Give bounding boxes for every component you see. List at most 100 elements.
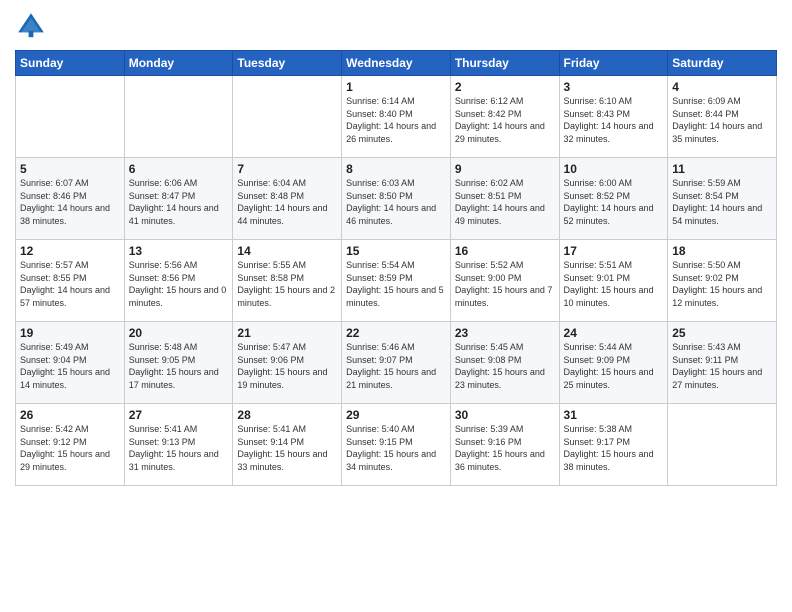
day-info: Sunrise: 6:00 AMSunset: 8:52 PMDaylight:… xyxy=(564,177,664,227)
day-info: Sunrise: 5:40 AMSunset: 9:15 PMDaylight:… xyxy=(346,423,446,473)
day-info: Sunrise: 6:14 AMSunset: 8:40 PMDaylight:… xyxy=(346,95,446,145)
day-number: 5 xyxy=(20,162,120,176)
calendar-cell xyxy=(668,404,777,486)
calendar-cell: 26Sunrise: 5:42 AMSunset: 9:12 PMDayligh… xyxy=(16,404,125,486)
week-row-4: 19Sunrise: 5:49 AMSunset: 9:04 PMDayligh… xyxy=(16,322,777,404)
day-info: Sunrise: 5:59 AMSunset: 8:54 PMDaylight:… xyxy=(672,177,772,227)
weekday-friday: Friday xyxy=(559,51,668,76)
calendar-cell xyxy=(16,76,125,158)
calendar-cell: 10Sunrise: 6:00 AMSunset: 8:52 PMDayligh… xyxy=(559,158,668,240)
day-number: 6 xyxy=(129,162,229,176)
day-number: 4 xyxy=(672,80,772,94)
calendar-cell: 13Sunrise: 5:56 AMSunset: 8:56 PMDayligh… xyxy=(124,240,233,322)
day-info: Sunrise: 5:41 AMSunset: 9:13 PMDaylight:… xyxy=(129,423,229,473)
weekday-sunday: Sunday xyxy=(16,51,125,76)
day-number: 25 xyxy=(672,326,772,340)
calendar-cell: 22Sunrise: 5:46 AMSunset: 9:07 PMDayligh… xyxy=(342,322,451,404)
day-number: 22 xyxy=(346,326,446,340)
week-row-2: 5Sunrise: 6:07 AMSunset: 8:46 PMDaylight… xyxy=(16,158,777,240)
calendar-cell: 7Sunrise: 6:04 AMSunset: 8:48 PMDaylight… xyxy=(233,158,342,240)
day-number: 23 xyxy=(455,326,555,340)
calendar-cell: 14Sunrise: 5:55 AMSunset: 8:58 PMDayligh… xyxy=(233,240,342,322)
day-info: Sunrise: 5:54 AMSunset: 8:59 PMDaylight:… xyxy=(346,259,446,309)
calendar-cell: 16Sunrise: 5:52 AMSunset: 9:00 PMDayligh… xyxy=(450,240,559,322)
day-number: 2 xyxy=(455,80,555,94)
calendar-cell: 11Sunrise: 5:59 AMSunset: 8:54 PMDayligh… xyxy=(668,158,777,240)
calendar-cell: 30Sunrise: 5:39 AMSunset: 9:16 PMDayligh… xyxy=(450,404,559,486)
page: SundayMondayTuesdayWednesdayThursdayFrid… xyxy=(0,0,792,496)
calendar-cell: 29Sunrise: 5:40 AMSunset: 9:15 PMDayligh… xyxy=(342,404,451,486)
calendar-cell: 21Sunrise: 5:47 AMSunset: 9:06 PMDayligh… xyxy=(233,322,342,404)
day-info: Sunrise: 5:42 AMSunset: 9:12 PMDaylight:… xyxy=(20,423,120,473)
calendar-cell xyxy=(233,76,342,158)
calendar-cell: 19Sunrise: 5:49 AMSunset: 9:04 PMDayligh… xyxy=(16,322,125,404)
day-info: Sunrise: 6:02 AMSunset: 8:51 PMDaylight:… xyxy=(455,177,555,227)
header xyxy=(15,10,777,42)
day-info: Sunrise: 6:03 AMSunset: 8:50 PMDaylight:… xyxy=(346,177,446,227)
day-number: 3 xyxy=(564,80,664,94)
day-number: 27 xyxy=(129,408,229,422)
day-number: 30 xyxy=(455,408,555,422)
week-row-1: 1Sunrise: 6:14 AMSunset: 8:40 PMDaylight… xyxy=(16,76,777,158)
day-number: 31 xyxy=(564,408,664,422)
calendar-cell: 9Sunrise: 6:02 AMSunset: 8:51 PMDaylight… xyxy=(450,158,559,240)
day-number: 9 xyxy=(455,162,555,176)
day-info: Sunrise: 5:52 AMSunset: 9:00 PMDaylight:… xyxy=(455,259,555,309)
day-number: 20 xyxy=(129,326,229,340)
day-number: 1 xyxy=(346,80,446,94)
day-number: 16 xyxy=(455,244,555,258)
day-info: Sunrise: 6:09 AMSunset: 8:44 PMDaylight:… xyxy=(672,95,772,145)
day-info: Sunrise: 5:46 AMSunset: 9:07 PMDaylight:… xyxy=(346,341,446,391)
day-number: 18 xyxy=(672,244,772,258)
day-number: 21 xyxy=(237,326,337,340)
calendar-cell: 31Sunrise: 5:38 AMSunset: 9:17 PMDayligh… xyxy=(559,404,668,486)
weekday-thursday: Thursday xyxy=(450,51,559,76)
day-number: 29 xyxy=(346,408,446,422)
calendar-table: SundayMondayTuesdayWednesdayThursdayFrid… xyxy=(15,50,777,486)
day-number: 7 xyxy=(237,162,337,176)
calendar-cell: 17Sunrise: 5:51 AMSunset: 9:01 PMDayligh… xyxy=(559,240,668,322)
day-info: Sunrise: 6:10 AMSunset: 8:43 PMDaylight:… xyxy=(564,95,664,145)
week-row-5: 26Sunrise: 5:42 AMSunset: 9:12 PMDayligh… xyxy=(16,404,777,486)
calendar-cell: 18Sunrise: 5:50 AMSunset: 9:02 PMDayligh… xyxy=(668,240,777,322)
calendar-cell: 2Sunrise: 6:12 AMSunset: 8:42 PMDaylight… xyxy=(450,76,559,158)
day-number: 15 xyxy=(346,244,446,258)
day-info: Sunrise: 5:39 AMSunset: 9:16 PMDaylight:… xyxy=(455,423,555,473)
calendar-cell: 5Sunrise: 6:07 AMSunset: 8:46 PMDaylight… xyxy=(16,158,125,240)
weekday-wednesday: Wednesday xyxy=(342,51,451,76)
calendar-cell: 6Sunrise: 6:06 AMSunset: 8:47 PMDaylight… xyxy=(124,158,233,240)
day-info: Sunrise: 5:45 AMSunset: 9:08 PMDaylight:… xyxy=(455,341,555,391)
day-number: 28 xyxy=(237,408,337,422)
day-number: 17 xyxy=(564,244,664,258)
calendar-cell: 23Sunrise: 5:45 AMSunset: 9:08 PMDayligh… xyxy=(450,322,559,404)
calendar-cell xyxy=(124,76,233,158)
calendar-cell: 1Sunrise: 6:14 AMSunset: 8:40 PMDaylight… xyxy=(342,76,451,158)
day-number: 24 xyxy=(564,326,664,340)
day-info: Sunrise: 5:49 AMSunset: 9:04 PMDaylight:… xyxy=(20,341,120,391)
day-info: Sunrise: 5:47 AMSunset: 9:06 PMDaylight:… xyxy=(237,341,337,391)
day-info: Sunrise: 5:48 AMSunset: 9:05 PMDaylight:… xyxy=(129,341,229,391)
calendar-cell: 25Sunrise: 5:43 AMSunset: 9:11 PMDayligh… xyxy=(668,322,777,404)
logo-icon xyxy=(15,10,47,42)
day-number: 12 xyxy=(20,244,120,258)
day-number: 11 xyxy=(672,162,772,176)
calendar-cell: 8Sunrise: 6:03 AMSunset: 8:50 PMDaylight… xyxy=(342,158,451,240)
weekday-header-row: SundayMondayTuesdayWednesdayThursdayFrid… xyxy=(16,51,777,76)
day-info: Sunrise: 6:04 AMSunset: 8:48 PMDaylight:… xyxy=(237,177,337,227)
day-info: Sunrise: 6:07 AMSunset: 8:46 PMDaylight:… xyxy=(20,177,120,227)
week-row-3: 12Sunrise: 5:57 AMSunset: 8:55 PMDayligh… xyxy=(16,240,777,322)
calendar-cell: 20Sunrise: 5:48 AMSunset: 9:05 PMDayligh… xyxy=(124,322,233,404)
day-info: Sunrise: 5:56 AMSunset: 8:56 PMDaylight:… xyxy=(129,259,229,309)
day-info: Sunrise: 5:43 AMSunset: 9:11 PMDaylight:… xyxy=(672,341,772,391)
day-number: 8 xyxy=(346,162,446,176)
calendar-cell: 3Sunrise: 6:10 AMSunset: 8:43 PMDaylight… xyxy=(559,76,668,158)
day-number: 26 xyxy=(20,408,120,422)
day-info: Sunrise: 5:41 AMSunset: 9:14 PMDaylight:… xyxy=(237,423,337,473)
day-number: 14 xyxy=(237,244,337,258)
day-info: Sunrise: 5:51 AMSunset: 9:01 PMDaylight:… xyxy=(564,259,664,309)
weekday-saturday: Saturday xyxy=(668,51,777,76)
calendar-cell: 28Sunrise: 5:41 AMSunset: 9:14 PMDayligh… xyxy=(233,404,342,486)
day-number: 13 xyxy=(129,244,229,258)
calendar-cell: 15Sunrise: 5:54 AMSunset: 8:59 PMDayligh… xyxy=(342,240,451,322)
weekday-monday: Monday xyxy=(124,51,233,76)
